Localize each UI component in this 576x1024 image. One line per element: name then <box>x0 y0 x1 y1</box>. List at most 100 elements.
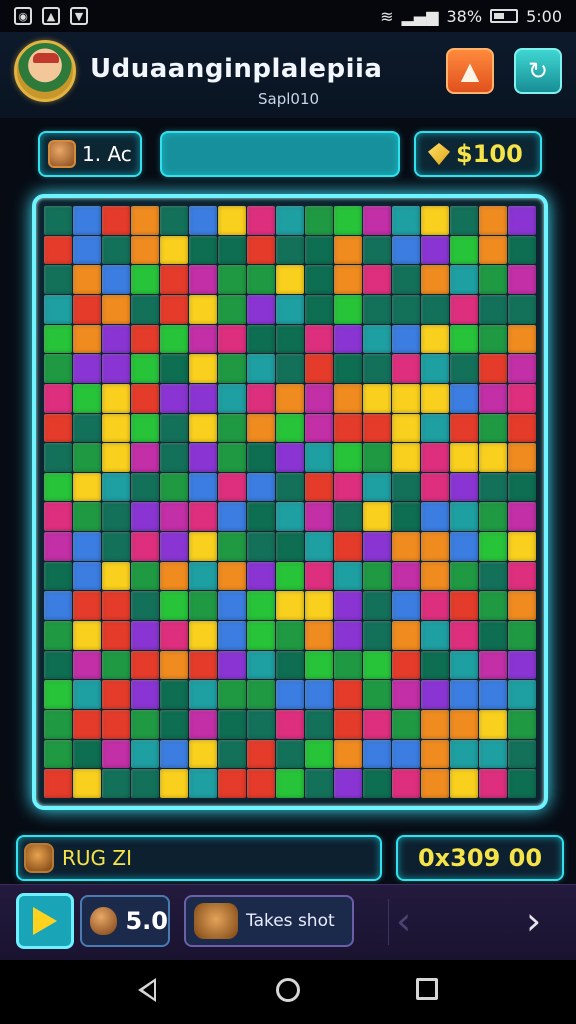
puzzle-piece[interactable] <box>479 769 507 798</box>
puzzle-piece[interactable] <box>479 532 507 561</box>
puzzle-piece[interactable] <box>73 472 101 502</box>
puzzle-piece[interactable] <box>218 650 246 680</box>
puzzle-piece[interactable] <box>479 502 507 532</box>
puzzle-piece[interactable] <box>73 650 101 680</box>
puzzle-piece[interactable] <box>421 324 449 354</box>
recent-apps-icon[interactable] <box>416 978 438 1000</box>
puzzle-piece[interactable] <box>334 354 362 383</box>
puzzle-piece[interactable] <box>450 561 478 591</box>
puzzle-piece[interactable] <box>160 443 188 472</box>
puzzle-piece[interactable] <box>218 561 246 591</box>
puzzle-piece[interactable] <box>218 324 246 354</box>
puzzle-piece[interactable] <box>44 206 72 235</box>
money-chip[interactable]: $100 <box>414 131 542 177</box>
puzzle-piece[interactable] <box>421 443 449 472</box>
puzzle-piece[interactable] <box>421 532 449 561</box>
puzzle-piece[interactable] <box>131 235 159 265</box>
puzzle-piece[interactable] <box>189 206 217 235</box>
puzzle-piece[interactable] <box>305 680 333 710</box>
puzzle-piece[interactable] <box>102 443 130 472</box>
puzzle-piece[interactable] <box>334 472 362 502</box>
puzzle-piece[interactable] <box>131 324 159 354</box>
puzzle-piece[interactable] <box>305 591 333 621</box>
puzzle-piece[interactable] <box>102 413 130 443</box>
puzzle-piece[interactable] <box>247 769 275 798</box>
puzzle-piece[interactable] <box>276 769 304 798</box>
acorn-counter[interactable]: 5.0 <box>80 895 170 947</box>
puzzle-piece[interactable] <box>73 443 101 472</box>
puzzle-piece[interactable] <box>44 324 72 354</box>
puzzle-piece[interactable] <box>189 443 217 472</box>
puzzle-piece[interactable] <box>73 383 101 413</box>
puzzle-piece[interactable] <box>450 650 478 680</box>
play-button[interactable] <box>16 893 74 949</box>
puzzle-piece[interactable] <box>421 354 449 383</box>
puzzle-piece[interactable] <box>479 206 507 235</box>
puzzle-piece[interactable] <box>334 324 362 354</box>
puzzle-piece[interactable] <box>305 769 333 798</box>
puzzle-piece[interactable] <box>363 532 391 561</box>
puzzle-piece[interactable] <box>218 472 246 502</box>
puzzle-piece[interactable] <box>508 561 536 591</box>
puzzle-piece[interactable] <box>218 739 246 769</box>
puzzle-piece[interactable] <box>218 769 246 798</box>
puzzle-piece[interactable] <box>276 383 304 413</box>
puzzle-piece[interactable] <box>44 769 72 798</box>
puzzle-piece[interactable] <box>276 591 304 621</box>
puzzle-piece[interactable] <box>450 294 478 324</box>
puzzle-piece[interactable] <box>305 650 333 680</box>
puzzle-piece[interactable] <box>276 680 304 710</box>
puzzle-piece[interactable] <box>44 710 72 739</box>
puzzle-piece[interactable] <box>44 294 72 324</box>
puzzle-piece[interactable] <box>160 621 188 650</box>
puzzle-piece[interactable] <box>44 265 72 294</box>
puzzle-piece[interactable] <box>160 769 188 798</box>
puzzle-piece[interactable] <box>479 324 507 354</box>
puzzle-piece[interactable] <box>508 472 536 502</box>
puzzle-piece[interactable] <box>450 206 478 235</box>
puzzle-piece[interactable] <box>189 650 217 680</box>
puzzle-piece[interactable] <box>450 324 478 354</box>
puzzle-piece[interactable] <box>218 710 246 739</box>
puzzle-piece[interactable] <box>131 443 159 472</box>
puzzle-piece[interactable] <box>450 532 478 561</box>
puzzle-piece[interactable] <box>334 294 362 324</box>
puzzle-piece[interactable] <box>73 413 101 443</box>
puzzle-piece[interactable] <box>334 591 362 621</box>
puzzle-piece[interactable] <box>508 532 536 561</box>
puzzle-piece[interactable] <box>421 621 449 650</box>
puzzle-piece[interactable] <box>160 265 188 294</box>
puzzle-piece[interactable] <box>276 502 304 532</box>
puzzle-piece[interactable] <box>102 561 130 591</box>
puzzle-piece[interactable] <box>44 739 72 769</box>
puzzle-piece[interactable] <box>479 710 507 739</box>
puzzle-piece[interactable] <box>421 265 449 294</box>
puzzle-piece[interactable] <box>160 324 188 354</box>
puzzle-piece[interactable] <box>247 383 275 413</box>
puzzle-piece[interactable] <box>73 502 101 532</box>
puzzle-piece[interactable] <box>102 502 130 532</box>
puzzle-piece[interactable] <box>479 472 507 502</box>
puzzle-piece[interactable] <box>508 413 536 443</box>
puzzle-piece[interactable] <box>189 472 217 502</box>
puzzle-piece[interactable] <box>44 413 72 443</box>
puzzle-piece[interactable] <box>276 443 304 472</box>
puzzle-piece[interactable] <box>218 235 246 265</box>
puzzle-piece[interactable] <box>334 413 362 443</box>
puzzle-piece[interactable] <box>247 294 275 324</box>
puzzle-piece[interactable] <box>276 472 304 502</box>
puzzle-piece[interactable] <box>160 650 188 680</box>
puzzle-piece[interactable] <box>102 472 130 502</box>
puzzle-piece[interactable] <box>421 413 449 443</box>
puzzle-piece[interactable] <box>73 621 101 650</box>
puzzle-piece[interactable] <box>305 443 333 472</box>
puzzle-piece[interactable] <box>160 413 188 443</box>
puzzle-piece[interactable] <box>189 294 217 324</box>
puzzle-piece[interactable] <box>363 265 391 294</box>
puzzle-piece[interactable] <box>247 472 275 502</box>
puzzle-piece[interactable] <box>305 235 333 265</box>
puzzle-piece[interactable] <box>44 502 72 532</box>
puzzle-piece[interactable] <box>508 265 536 294</box>
puzzle-piece[interactable] <box>160 680 188 710</box>
puzzle-piece[interactable] <box>508 443 536 472</box>
